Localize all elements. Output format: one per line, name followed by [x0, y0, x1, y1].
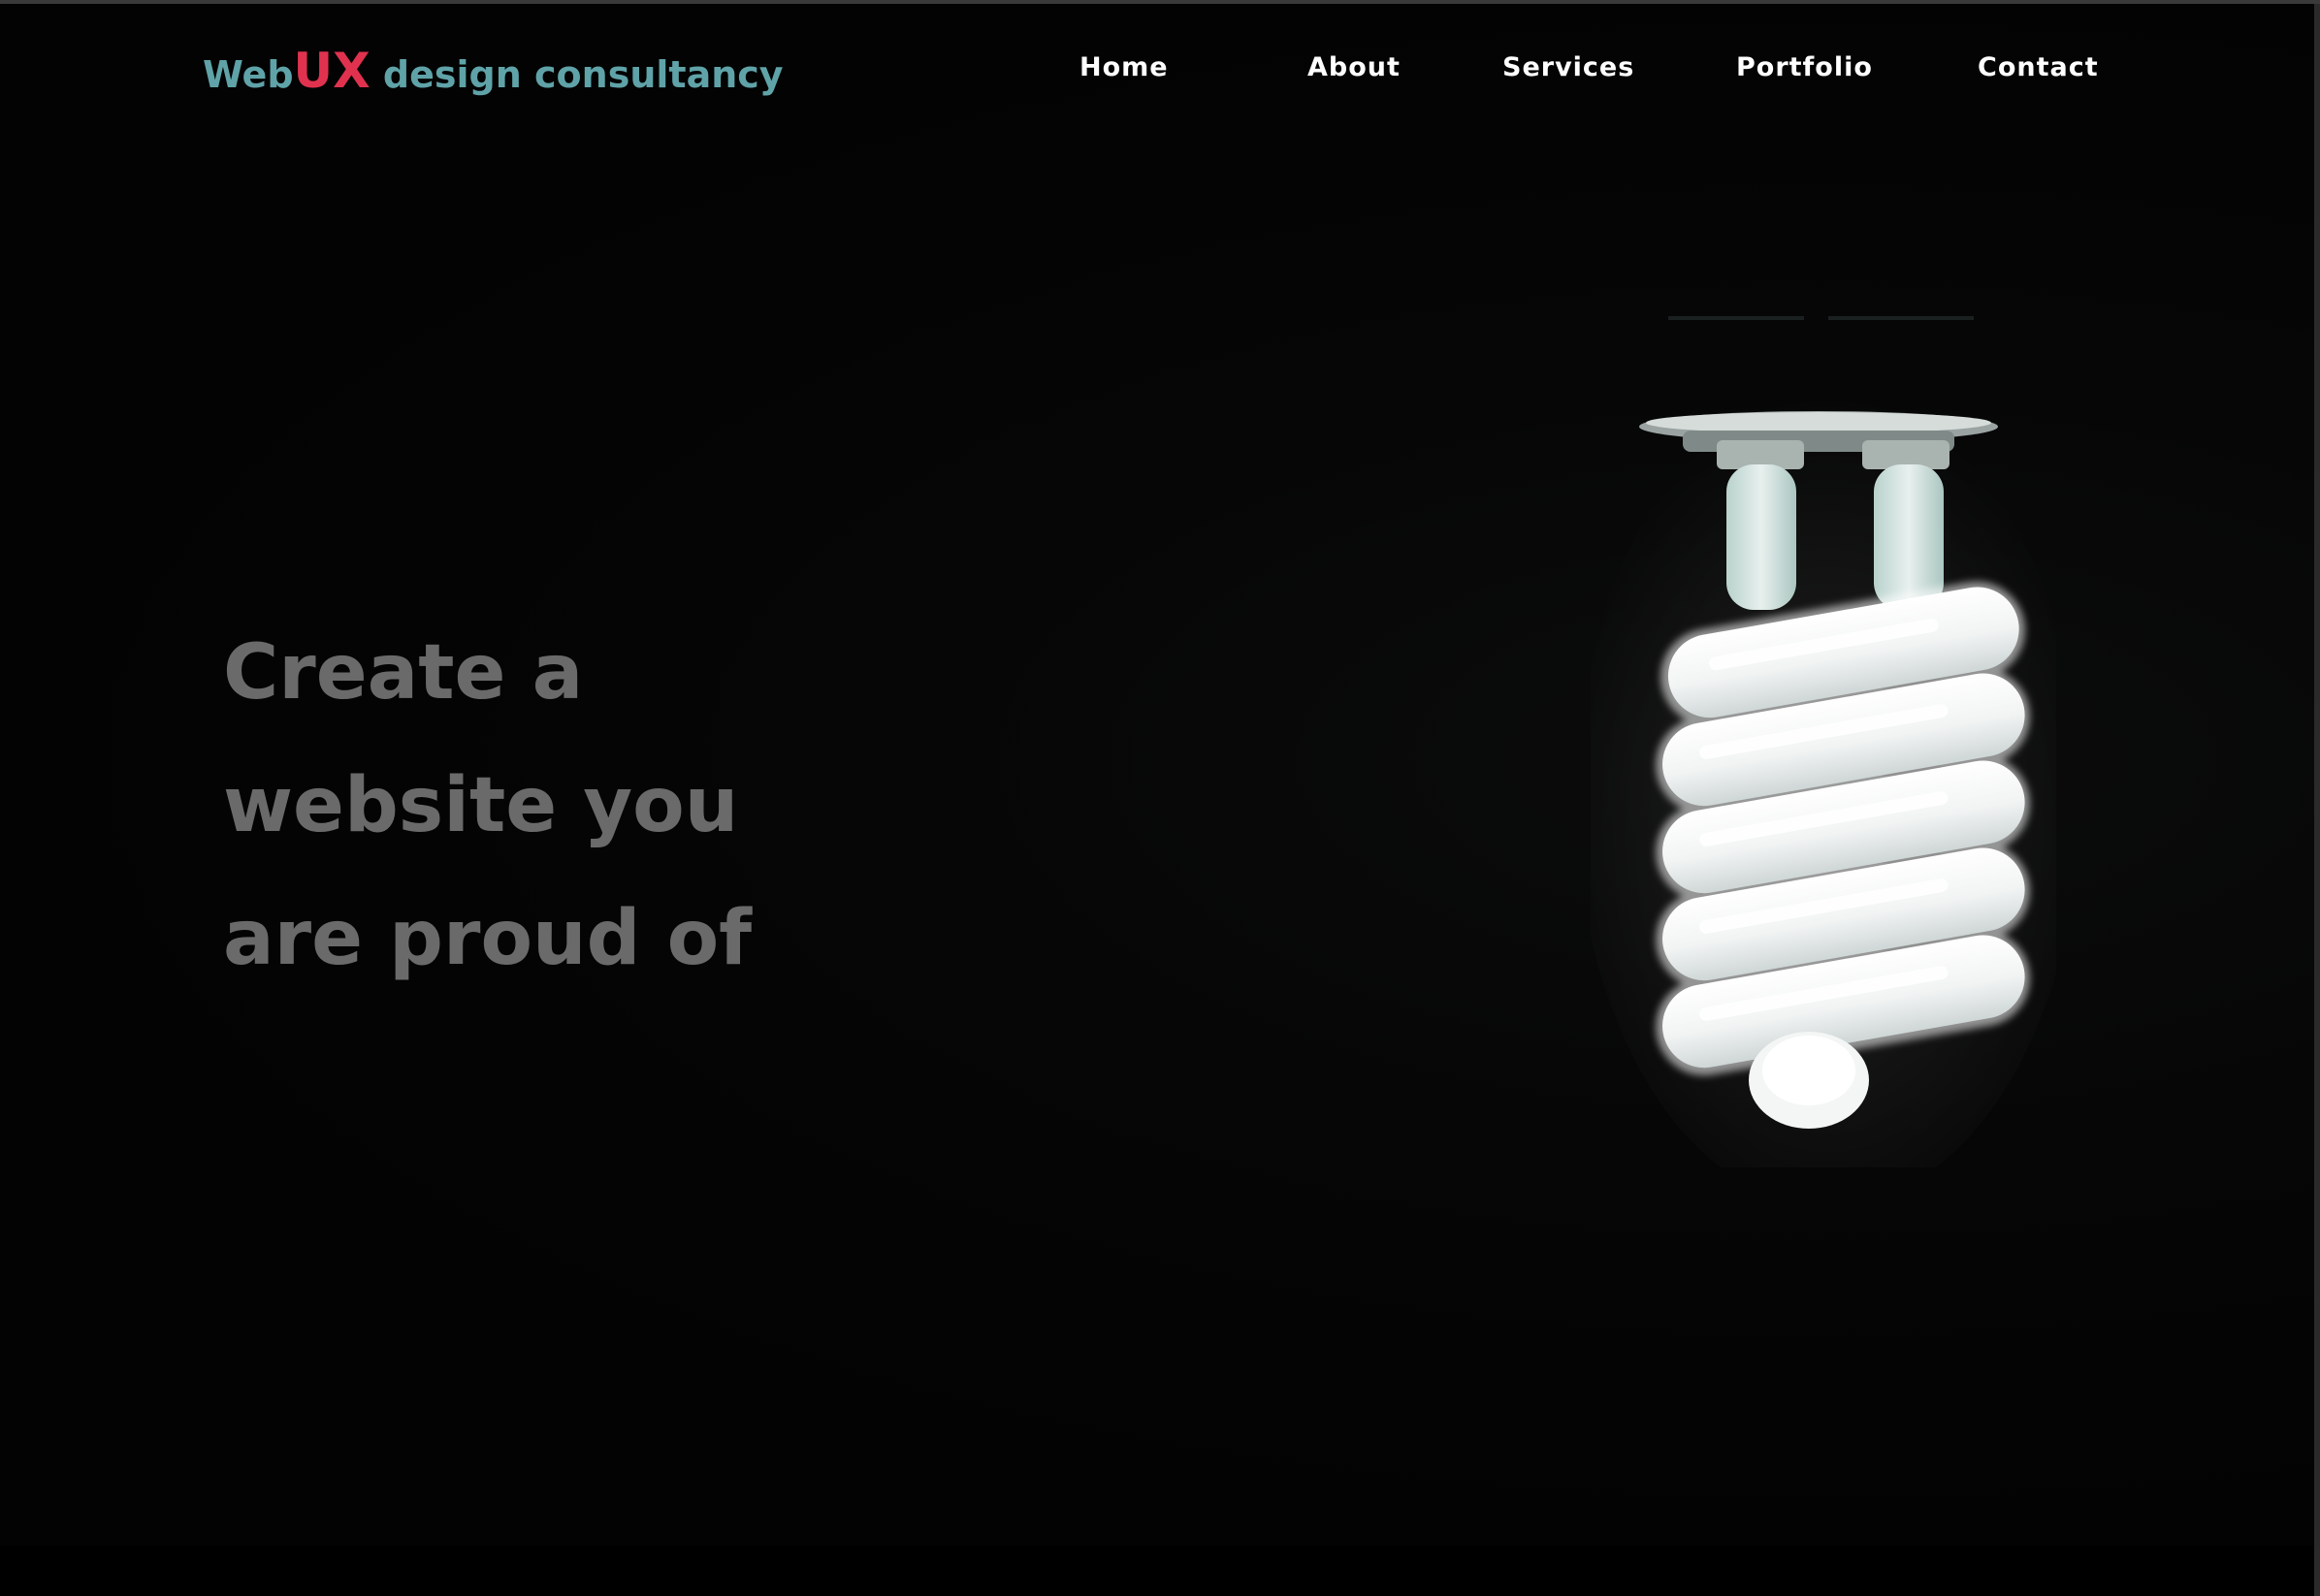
headline-line-1: Create a	[223, 629, 584, 717]
nav-item-home[interactable]: Home	[1079, 52, 1169, 82]
nav-item-services[interactable]: Services	[1502, 52, 1634, 82]
page: WebUX design consultancy Home About Serv…	[0, 0, 2320, 1596]
window-edge	[2314, 4, 2320, 1596]
logo-text-web: Web	[203, 53, 294, 96]
nav-item-contact[interactable]: Contact	[1978, 52, 2099, 82]
headline-line-2: website you	[223, 762, 739, 849]
hero-headline: Create a website you are proud of	[223, 607, 902, 1005]
logo-text-tagline: design consultancy	[370, 53, 784, 96]
headline-line-3: are proud of	[223, 895, 753, 982]
nav-item-about[interactable]: About	[1307, 52, 1401, 82]
site-logo[interactable]: WebUX design consultancy	[203, 43, 784, 99]
bottom-strip	[0, 1546, 2320, 1596]
nav-item-portfolio[interactable]: Portfolio	[1736, 52, 1873, 82]
lightbulb-image	[1591, 316, 2056, 1167]
logo-text-ux: UX	[293, 43, 371, 99]
